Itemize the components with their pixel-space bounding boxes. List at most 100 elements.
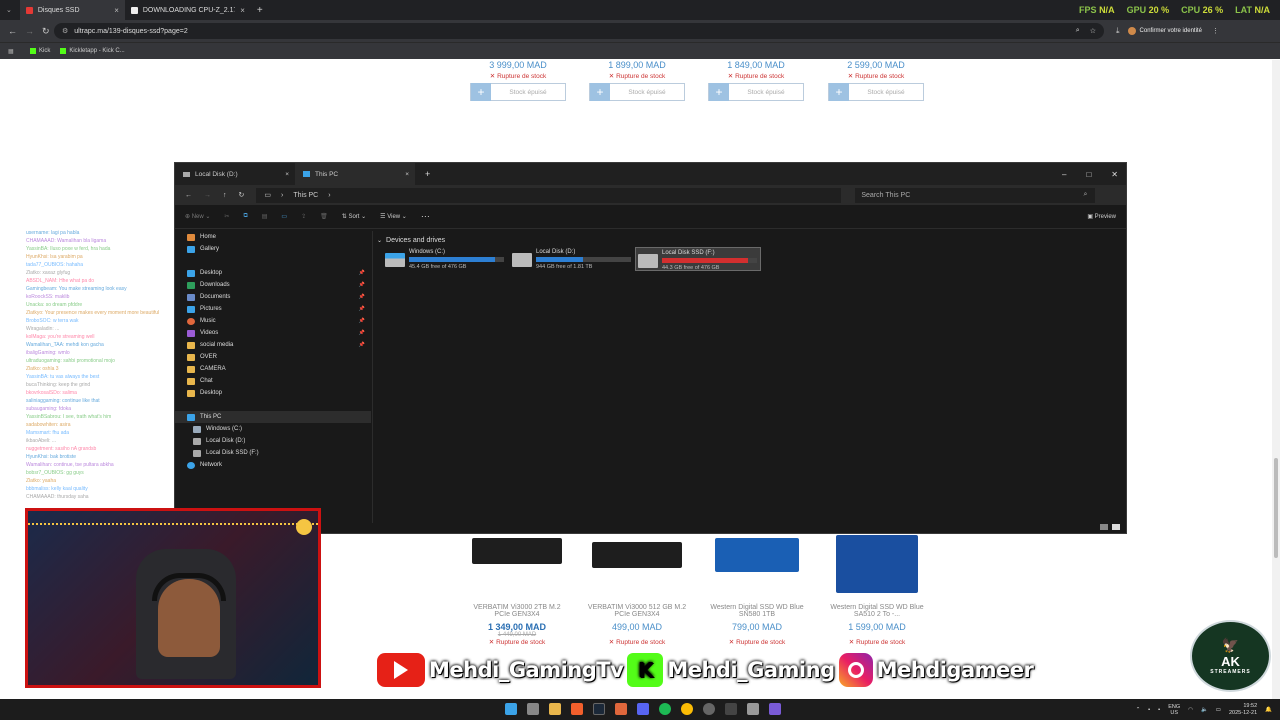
product-name[interactable]: Western Digital SSD WD Blue SN580 1TB xyxy=(707,604,807,618)
close-tab-icon[interactable]: × xyxy=(240,6,245,15)
add-to-cart-button[interactable]: + Stock épuisé xyxy=(470,83,566,101)
apps-grid-icon[interactable]: ▦ xyxy=(8,48,14,55)
back-icon[interactable]: ← xyxy=(185,192,192,199)
sidebar-item-chat[interactable]: Chat xyxy=(175,375,371,387)
notifications-icon[interactable]: 🔔 xyxy=(1265,707,1272,713)
spotify-icon[interactable] xyxy=(659,703,671,715)
add-to-cart-button[interactable]: + Stock épuisé xyxy=(828,83,924,101)
up-icon[interactable]: ↑ xyxy=(223,192,227,199)
more-options-icon[interactable]: ⋯ xyxy=(421,211,430,222)
battery-icon[interactable]: ▭ xyxy=(1216,707,1221,713)
sidebar-item-gallery[interactable]: Gallery xyxy=(175,243,371,255)
sidebar-item-desktop[interactable]: Desktop 📌 xyxy=(175,267,371,279)
task-view-icon[interactable] xyxy=(527,703,539,715)
bookmark-star-icon[interactable]: ☆ xyxy=(1090,27,1096,35)
product-image[interactable] xyxy=(592,542,682,568)
cut-icon[interactable]: ✂ xyxy=(224,213,229,220)
explorer-tab-local-disk[interactable]: Local Disk (D:) × xyxy=(175,163,295,185)
product-image[interactable] xyxy=(836,535,918,593)
bookmark-kicklet[interactable]: Kickletapp - Kick C... xyxy=(60,48,125,54)
site-info-icon[interactable]: ⚙ xyxy=(62,27,68,35)
drive-tile-c[interactable]: Windows (C:) 45.4 GB free of 476 GB xyxy=(383,247,507,271)
sidebar-item-videos[interactable]: Videos 📌 xyxy=(175,327,371,339)
drive-tile-d[interactable]: Local Disk (D:) 944 GB free of 1.81 TB xyxy=(510,247,634,271)
new-tab-icon[interactable]: + xyxy=(257,5,263,16)
sidebar-item-network[interactable]: Network xyxy=(175,459,371,471)
product-card[interactable]: 3 999,00 MAD ✕ Rupture de stock + Stock é… xyxy=(470,60,566,101)
sidebar-item-music[interactable]: Music 📌 xyxy=(175,315,371,327)
add-to-cart-button[interactable]: + Stock épuisé xyxy=(708,83,804,101)
sidebar-item-desktop-folder[interactable]: Desktop xyxy=(175,387,371,399)
discord-icon[interactable] xyxy=(637,703,649,715)
paste-icon[interactable]: ▤ xyxy=(262,213,268,220)
view-button[interactable]: ☰ View ⌄ xyxy=(380,213,407,220)
sidebar-item-camera[interactable]: CAMERA xyxy=(175,363,371,375)
new-button[interactable]: ⊕ New ⌄ xyxy=(185,213,210,220)
sidebar-item-downloads[interactable]: Downloads 📌 xyxy=(175,279,371,291)
bookmark-kick[interactable]: Kick xyxy=(30,48,50,54)
language-indicator[interactable]: ENG US xyxy=(1168,704,1180,716)
app-icon[interactable] xyxy=(769,703,781,715)
breadcrumb-item[interactable]: This PC xyxy=(293,192,318,199)
sidebar-item-drive-f[interactable]: Local Disk SSD (F:) xyxy=(175,447,371,459)
chevron-up-icon[interactable]: ⌃ xyxy=(1136,707,1141,713)
close-tab-icon[interactable]: × xyxy=(405,171,409,178)
app-icon[interactable] xyxy=(747,703,759,715)
tiles-view-icon[interactable] xyxy=(1112,524,1120,530)
app-icon[interactable] xyxy=(703,703,715,715)
product-card[interactable]: 2 599,00 MAD ✕ Rupture de stock + Stock é… xyxy=(828,60,924,101)
identity-button[interactable]: Confirmer votre identité xyxy=(1140,28,1202,34)
start-icon[interactable] xyxy=(505,703,517,715)
close-window-icon[interactable]: ✕ xyxy=(1111,170,1118,179)
product-card[interactable]: 1 899,00 MAD ✕ Rupture de stock + Stock é… xyxy=(589,60,685,101)
pane-divider[interactable] xyxy=(372,231,373,523)
preview-button[interactable]: ▣ Preview xyxy=(1087,213,1116,220)
scrollbar-thumb[interactable] xyxy=(1274,458,1278,558)
brave-browser-icon[interactable] xyxy=(571,703,583,715)
copy-icon[interactable]: ⧉ xyxy=(243,213,247,220)
sidebar-item-drive-c[interactable]: Windows (C:) xyxy=(175,423,371,435)
browser-tab-cpuz[interactable]: DOWNLOADING CPU-Z_2.17-E × xyxy=(125,0,251,20)
forward-icon[interactable]: → xyxy=(25,26,34,36)
address-bar[interactable]: ⚙ ultrapc.ma/139-disques-ssd?page=2 ⌕ ☆ xyxy=(54,23,1104,39)
section-header[interactable]: ⌄ Devices and drives xyxy=(377,237,1125,244)
product-name[interactable]: VERBATIM Vi3000 2TB M.2 PCIe GEN3X4 xyxy=(467,604,567,618)
zoom-icon[interactable]: ⌕ xyxy=(1076,27,1080,35)
product-card[interactable]: Western Digital SSD WD Blue SA510 2 To -… xyxy=(827,535,927,646)
reload-icon[interactable]: ↻ xyxy=(42,26,50,37)
tab-list-icon[interactable]: ⌄ xyxy=(6,6,12,14)
product-card[interactable]: VERBATIM Vi3000 512 GB M.2 PCIe GEN3X4 4… xyxy=(587,535,687,646)
explorer-tab-this-pc[interactable]: This PC × xyxy=(295,163,415,185)
rename-icon[interactable]: ▭ xyxy=(281,213,287,220)
app-icon[interactable] xyxy=(725,703,737,715)
share-icon[interactable]: ⇪ xyxy=(301,213,306,220)
file-explorer-icon[interactable] xyxy=(549,703,561,715)
volume-icon[interactable]: 🔈 xyxy=(1201,707,1208,713)
wifi-icon[interactable]: ◠ xyxy=(1188,707,1193,713)
product-card[interactable]: VERBATIM Vi3000 2TB M.2 PCIe GEN3X4 1 34… xyxy=(467,535,567,646)
product-name[interactable]: VERBATIM Vi3000 512 GB M.2 PCIe GEN3X4 xyxy=(587,604,687,618)
sidebar-item-social-media[interactable]: social media 📌 xyxy=(175,339,371,351)
sidebar-item-documents[interactable]: Documents 📌 xyxy=(175,291,371,303)
sort-button[interactable]: ⇅ Sort ⌄ xyxy=(342,213,366,220)
sidebar-item-home[interactable]: Home xyxy=(175,231,371,243)
download-icon[interactable]: ⤓ xyxy=(1116,26,1120,36)
profile-icon[interactable] xyxy=(1127,27,1136,35)
product-card[interactable]: Western Digital SSD WD Blue SN580 1TB 79… xyxy=(707,535,807,646)
product-image[interactable] xyxy=(472,538,562,564)
drive-tile-f[interactable]: Local Disk SSD (F:) 44.3 GB free of 476 … xyxy=(635,247,761,271)
close-tab-icon[interactable]: × xyxy=(114,6,119,15)
chrome-icon[interactable] xyxy=(681,703,693,715)
product-image[interactable] xyxy=(715,538,799,572)
search-input[interactable]: Search This PC ⌕ xyxy=(855,187,1096,203)
forward-icon[interactable]: → xyxy=(204,192,211,199)
back-icon[interactable]: ← xyxy=(8,26,17,36)
browser-tab-disques-ssd[interactable]: Disques SSD × xyxy=(19,0,125,20)
close-tab-icon[interactable]: × xyxy=(285,171,289,178)
menu-icon[interactable]: ⋮ xyxy=(1212,27,1219,35)
product-card[interactable]: 1 849,00 MAD ✕ Rupture de stock + Stock é… xyxy=(708,60,804,101)
product-name[interactable]: Western Digital SSD WD Blue SA510 2 To -… xyxy=(827,604,927,618)
maximize-icon[interactable]: □ xyxy=(1086,170,1091,179)
clock[interactable]: 19:52 2025-12-21 xyxy=(1229,703,1257,717)
new-tab-icon[interactable]: + xyxy=(425,169,430,179)
